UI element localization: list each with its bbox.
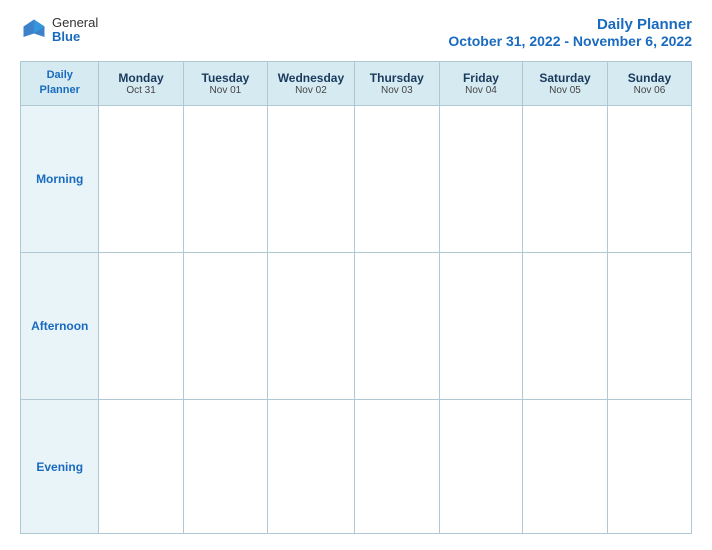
morning-sun[interactable] bbox=[607, 105, 691, 252]
morning-row: Morning bbox=[21, 105, 692, 252]
calendar-table: Daily Planner Monday Oct 31 Tuesday Nov … bbox=[20, 61, 692, 534]
morning-label: Morning bbox=[21, 105, 99, 252]
col-header-sat: Saturday Nov 05 bbox=[523, 62, 608, 106]
col-day-mon: Monday bbox=[103, 71, 178, 85]
evening-wed[interactable] bbox=[268, 400, 355, 534]
evening-fri[interactable] bbox=[439, 400, 522, 534]
page: General Blue Daily Planner October 31, 2… bbox=[0, 0, 712, 550]
col-header-mon: Monday Oct 31 bbox=[99, 62, 183, 106]
col-day-wed: Wednesday bbox=[272, 71, 350, 85]
header-row: Daily Planner Monday Oct 31 Tuesday Nov … bbox=[21, 62, 692, 106]
evening-row: Evening bbox=[21, 400, 692, 534]
logo-general: General bbox=[52, 16, 98, 30]
col-day-tue: Tuesday bbox=[188, 71, 263, 85]
afternoon-sat[interactable] bbox=[523, 252, 608, 399]
col-date-sat: Nov 05 bbox=[527, 85, 603, 96]
logo-text: General Blue bbox=[52, 16, 98, 45]
morning-wed[interactable] bbox=[268, 105, 355, 252]
morning-mon[interactable] bbox=[99, 105, 183, 252]
afternoon-fri[interactable] bbox=[439, 252, 522, 399]
afternoon-row: Afternoon bbox=[21, 252, 692, 399]
evening-label: Evening bbox=[21, 400, 99, 534]
col-day-thu: Thursday bbox=[359, 71, 435, 85]
afternoon-wed[interactable] bbox=[268, 252, 355, 399]
afternoon-thu[interactable] bbox=[354, 252, 439, 399]
evening-tue[interactable] bbox=[183, 400, 267, 534]
afternoon-label: Afternoon bbox=[21, 252, 99, 399]
col-header-sun: Sunday Nov 06 bbox=[607, 62, 691, 106]
afternoon-mon[interactable] bbox=[99, 252, 183, 399]
col-day-fri: Friday bbox=[444, 71, 518, 85]
col-day-sat: Saturday bbox=[527, 71, 603, 85]
logo-blue: Blue bbox=[52, 30, 98, 44]
header-title: Daily Planner bbox=[448, 16, 692, 33]
afternoon-tue[interactable] bbox=[183, 252, 267, 399]
header-right: Daily Planner October 31, 2022 - Novembe… bbox=[448, 16, 692, 49]
col-date-thu: Nov 03 bbox=[359, 85, 435, 96]
col-header-tue: Tuesday Nov 01 bbox=[183, 62, 267, 106]
evening-sun[interactable] bbox=[607, 400, 691, 534]
col-header-label: Daily Planner bbox=[21, 62, 99, 106]
logo: General Blue bbox=[20, 16, 98, 45]
generalblue-logo-icon bbox=[20, 16, 48, 44]
col-header-wed: Wednesday Nov 02 bbox=[268, 62, 355, 106]
col-date-wed: Nov 02 bbox=[272, 85, 350, 96]
evening-thu[interactable] bbox=[354, 400, 439, 534]
morning-sat[interactable] bbox=[523, 105, 608, 252]
col-header-fri: Friday Nov 04 bbox=[439, 62, 522, 106]
col-date-sun: Nov 06 bbox=[612, 85, 687, 96]
col-label-daily: Daily bbox=[25, 68, 94, 83]
afternoon-sun[interactable] bbox=[607, 252, 691, 399]
col-date-fri: Nov 04 bbox=[444, 85, 518, 96]
col-label-planner: Planner bbox=[25, 83, 94, 98]
morning-tue[interactable] bbox=[183, 105, 267, 252]
header-dates: October 31, 2022 - November 6, 2022 bbox=[448, 33, 692, 49]
col-day-sun: Sunday bbox=[612, 71, 687, 85]
col-date-mon: Oct 31 bbox=[103, 85, 178, 96]
col-header-thu: Thursday Nov 03 bbox=[354, 62, 439, 106]
morning-fri[interactable] bbox=[439, 105, 522, 252]
evening-mon[interactable] bbox=[99, 400, 183, 534]
col-date-tue: Nov 01 bbox=[188, 85, 263, 96]
morning-thu[interactable] bbox=[354, 105, 439, 252]
header: General Blue Daily Planner October 31, 2… bbox=[20, 16, 692, 49]
evening-sat[interactable] bbox=[523, 400, 608, 534]
